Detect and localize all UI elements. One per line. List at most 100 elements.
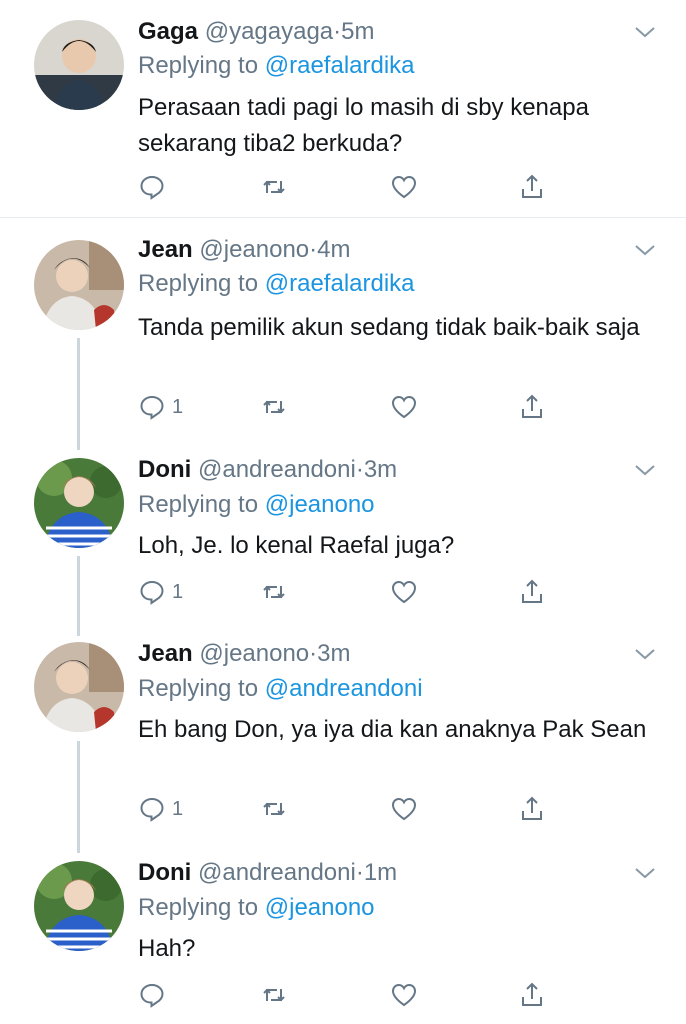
tweet-text: Tanda pemilik akun sedang tidak baik-bai… xyxy=(138,314,640,341)
tweet[interactable]: Jean @jeanono·4m Replying to @raefalardi… xyxy=(0,218,686,438)
mention-link[interactable]: @raefalardika xyxy=(265,270,415,297)
like-button[interactable] xyxy=(390,172,418,202)
timestamp[interactable]: 4m xyxy=(317,236,350,263)
tweet[interactable]: Gaga @yagayaga·5m Replying to @raefalard… xyxy=(0,0,686,216)
replying-to-label: Replying to xyxy=(138,894,259,921)
like-icon xyxy=(391,395,417,419)
separator-dot: · xyxy=(309,236,318,263)
mention-link[interactable]: @jeanono xyxy=(265,894,375,921)
display-name[interactable]: Jean xyxy=(138,236,193,263)
tweet[interactable]: Doni @andreandoni·1m Replying to @jeanon… xyxy=(0,844,686,1024)
reply-count: 1 xyxy=(172,395,184,418)
reply-button[interactable] xyxy=(138,172,172,202)
replying-to-label: Replying to xyxy=(138,270,259,297)
separator-dot: · xyxy=(309,640,318,667)
separator-dot: · xyxy=(355,859,364,886)
avatar-photo xyxy=(34,642,124,732)
retweet-icon xyxy=(263,180,285,194)
avatar[interactable] xyxy=(34,458,124,548)
display-name[interactable]: Gaga xyxy=(138,18,198,45)
chevron-down-icon[interactable] xyxy=(630,644,660,664)
tweet-actions: 1 xyxy=(138,392,558,422)
avatar-photo xyxy=(34,861,124,951)
tweet-actions xyxy=(138,980,558,1010)
share-icon xyxy=(522,394,542,418)
retweet-icon xyxy=(263,400,285,414)
timestamp[interactable]: 1m xyxy=(364,859,397,886)
tweet-header: Doni @andreandoni·1m xyxy=(138,859,397,887)
retweet-icon xyxy=(263,988,285,1002)
share-button[interactable] xyxy=(518,577,546,607)
mention-link[interactable]: @andreandoni xyxy=(265,675,423,702)
tweet-text: Perasaan tadi pagi lo masih di sby kenap… xyxy=(138,94,589,157)
tweet[interactable]: Doni @andreandoni·3m Replying to @jeanon… xyxy=(0,440,686,620)
retweet-icon xyxy=(263,802,285,816)
avatar[interactable] xyxy=(34,240,124,330)
like-icon xyxy=(391,175,417,199)
timestamp[interactable]: 3m xyxy=(364,456,397,483)
reply-icon xyxy=(140,175,164,200)
user-handle[interactable]: @yagayaga xyxy=(205,18,333,45)
avatar[interactable] xyxy=(34,861,124,951)
avatar[interactable] xyxy=(34,642,124,732)
replying-to: Replying to @jeanono xyxy=(138,491,375,519)
chevron-down-icon[interactable] xyxy=(630,863,660,883)
reply-button[interactable] xyxy=(138,980,172,1010)
share-icon xyxy=(522,579,542,603)
tweet-actions: 1 xyxy=(138,794,558,824)
retweet-button[interactable] xyxy=(260,577,288,607)
user-handle[interactable]: @andreandoni xyxy=(198,859,356,886)
like-button[interactable] xyxy=(390,392,418,422)
tweet[interactable]: Jean @jeanono·3m Replying to @andreandon… xyxy=(0,624,686,844)
replying-to-label: Replying to xyxy=(138,675,259,702)
timestamp[interactable]: 5m xyxy=(341,18,374,45)
tweet-text: Hah? xyxy=(138,935,196,962)
tweet-header: Doni @andreandoni·3m xyxy=(138,456,397,484)
reply-count: 1 xyxy=(172,797,184,820)
share-button[interactable] xyxy=(518,794,546,824)
retweet-button[interactable] xyxy=(260,392,288,422)
tweet-header: Jean @jeanono·3m xyxy=(138,640,351,668)
share-button[interactable] xyxy=(518,392,546,422)
mention-link[interactable]: @raefalardika xyxy=(265,52,415,79)
replying-to: Replying to @jeanono xyxy=(138,894,375,922)
reply-button[interactable]: 1 xyxy=(138,577,183,607)
retweet-button[interactable] xyxy=(260,794,288,824)
display-name[interactable]: Doni xyxy=(138,456,191,483)
reply-button[interactable]: 1 xyxy=(138,392,183,422)
like-button[interactable] xyxy=(390,794,418,824)
replying-to: Replying to @andreandoni xyxy=(138,675,423,703)
retweet-icon xyxy=(263,585,285,599)
avatar[interactable] xyxy=(34,20,124,110)
share-icon xyxy=(522,982,542,1006)
like-button[interactable] xyxy=(390,577,418,607)
separator-dot: · xyxy=(333,18,342,45)
separator-dot: · xyxy=(355,456,364,483)
tweet-actions: 1 xyxy=(138,577,558,607)
user-handle[interactable]: @andreandoni xyxy=(198,456,356,483)
display-name[interactable]: Doni xyxy=(138,859,191,886)
replying-to-label: Replying to xyxy=(138,52,259,79)
chevron-down-icon[interactable] xyxy=(630,240,660,260)
user-handle[interactable]: @jeanono xyxy=(199,640,309,667)
share-button[interactable] xyxy=(518,172,546,202)
replying-to: Replying to @raefalardika xyxy=(138,52,415,80)
reply-icon xyxy=(140,580,164,605)
avatar-photo xyxy=(34,240,124,330)
share-button[interactable] xyxy=(518,980,546,1010)
reply-button[interactable]: 1 xyxy=(138,794,183,824)
reply-icon xyxy=(140,983,164,1008)
timestamp[interactable]: 3m xyxy=(317,640,350,667)
share-icon xyxy=(522,796,542,820)
tweet-text: Eh bang Don, ya iya dia kan anaknya Pak … xyxy=(138,716,647,743)
retweet-button[interactable] xyxy=(260,980,288,1010)
retweet-button[interactable] xyxy=(260,172,288,202)
chevron-down-icon[interactable] xyxy=(630,22,660,42)
avatar-photo xyxy=(34,458,124,548)
like-button[interactable] xyxy=(390,980,418,1010)
user-handle[interactable]: @jeanono xyxy=(199,236,309,263)
chevron-down-icon[interactable] xyxy=(630,460,660,480)
tweet-header: Gaga @yagayaga·5m xyxy=(138,18,375,46)
mention-link[interactable]: @jeanono xyxy=(265,491,375,518)
display-name[interactable]: Jean xyxy=(138,640,193,667)
